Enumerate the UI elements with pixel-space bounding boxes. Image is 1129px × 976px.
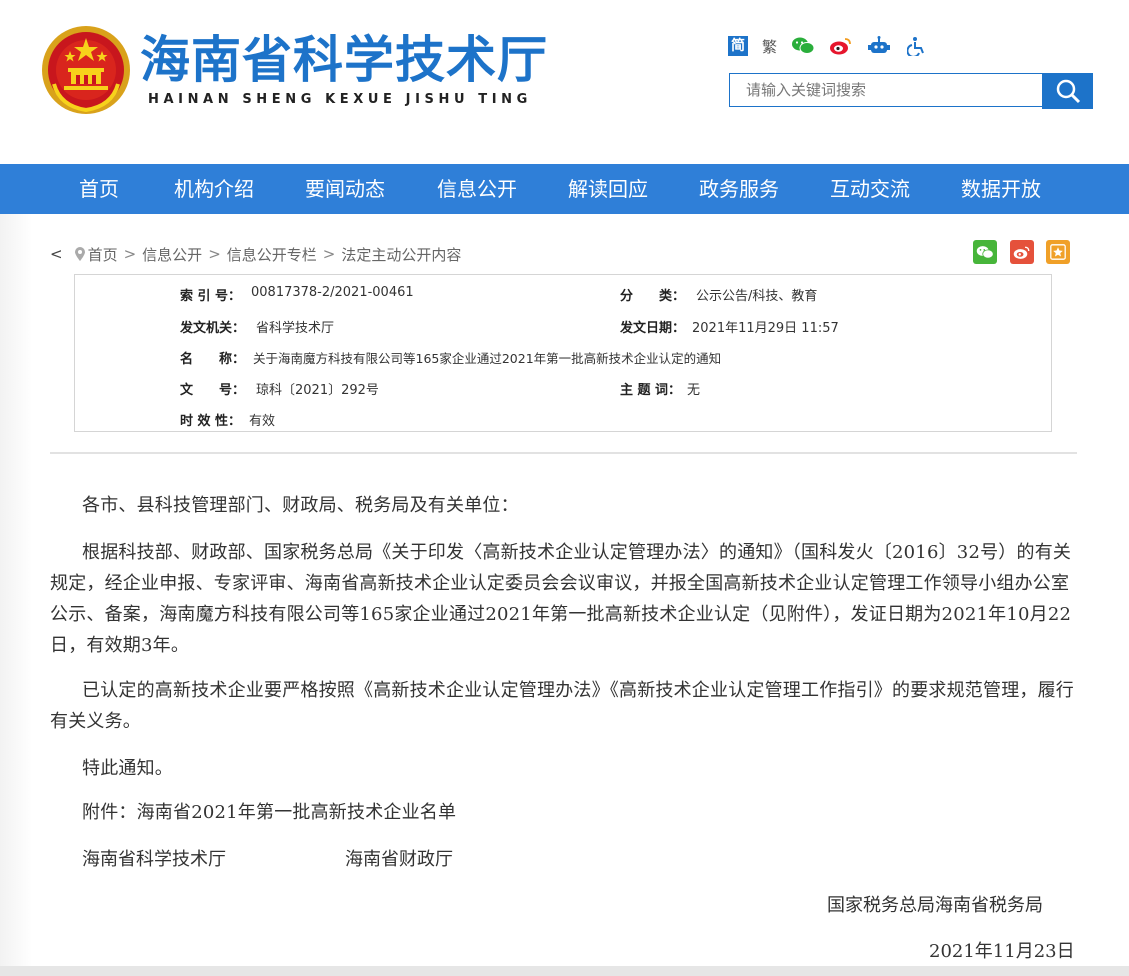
nav-item-info-disclosure[interactable]: 信息公开 xyxy=(437,164,517,214)
search-icon xyxy=(1056,79,1080,104)
breadcrumb-info-column[interactable]: 信息公开专栏 xyxy=(227,244,317,265)
document-metadata: 索 引 号： 00817378-2/2021-00461 分 类： 公示公告/科… xyxy=(74,274,1052,432)
attachment-link[interactable]: 附件：海南省2021年第一批高新技术企业名单 xyxy=(50,797,1077,828)
issuer-label: 发文机关： xyxy=(180,321,246,336)
validity-label: 时 效 性： xyxy=(180,414,242,429)
signing-date: 2021年11月23日 xyxy=(929,941,1075,962)
index-value: 00817378-2/2021-00461 xyxy=(251,285,414,300)
notice-text: 特此通知。 xyxy=(82,758,173,779)
title-value: 关于海南魔方科技有限公司等165家企业通过2021年第一批高新技术企业认定的通知 xyxy=(253,351,722,366)
breadcrumb-separator: > xyxy=(322,245,336,263)
content-left-shadow xyxy=(0,214,32,976)
main-nav: 首页 机构介绍 要闻动态 信息公开 解读回应 政务服务 互动交流 数据开放 xyxy=(0,164,1129,214)
category-value: 公示公告/科技、教育 xyxy=(696,289,818,304)
date-value: 2021年11月29日 11:57 xyxy=(692,321,839,336)
signer-science-dept: 海南省科学技术厅 xyxy=(82,849,226,870)
national-emblem-logo xyxy=(42,26,130,114)
breadcrumb: < 首页 > 信息公开 > 信息公开专栏 > 法定主动公开内容 xyxy=(50,244,461,264)
search-input[interactable] xyxy=(730,74,1042,106)
horizontal-scrollbar[interactable] xyxy=(0,966,1129,976)
index-label: 索 引 号： xyxy=(180,289,242,304)
search-box xyxy=(729,73,1043,107)
favorite-icon[interactable] xyxy=(1046,240,1070,264)
article-paragraph: 根据科技部、财政部、国家税务总局《关于印发〈高新技术企业认定管理办法〉的通知》（… xyxy=(50,542,1072,656)
nav-item-news[interactable]: 要闻动态 xyxy=(305,164,385,214)
keyword-value: 无 xyxy=(687,383,701,398)
validity-value: 有效 xyxy=(249,414,276,429)
site-title: 海南省科学技术厅 xyxy=(140,31,548,89)
wechat-share-icon[interactable] xyxy=(973,240,997,264)
signer-tax-bureau: 国家税务总局海南省税务局 xyxy=(827,895,1043,916)
nav-item-about[interactable]: 机构介绍 xyxy=(174,164,254,214)
traditional-chinese-button[interactable]: 繁 xyxy=(762,36,777,57)
breadcrumb-home[interactable]: 首页 xyxy=(88,244,118,265)
accessibility-icon[interactable] xyxy=(905,35,929,57)
wechat-icon[interactable] xyxy=(791,35,815,57)
weibo-icon[interactable] xyxy=(829,35,853,57)
salutation: 各市、县科技管理部门、财政局、税务局及有关单位： xyxy=(82,495,519,516)
date-label: 发文日期： xyxy=(620,321,686,336)
breadcrumb-separator: > xyxy=(123,245,137,263)
signer-finance-dept: 海南省财政厅 xyxy=(345,849,453,870)
breadcrumb-separator: > xyxy=(208,245,221,263)
nav-item-services[interactable]: 政务服务 xyxy=(699,164,779,214)
issuer-value: 省科学技术厅 xyxy=(256,321,335,336)
category-label: 分 类： xyxy=(620,289,686,304)
search-button[interactable] xyxy=(1042,73,1093,109)
divider xyxy=(50,452,1077,454)
simplified-chinese-button[interactable]: 简 xyxy=(728,36,748,56)
back-button[interactable]: < xyxy=(50,245,63,263)
site-header: 海南省科学技术厅 HAINAN SHENG KEXUE JISHU TING 简… xyxy=(0,0,1129,164)
nav-item-open-data[interactable]: 数据开放 xyxy=(961,164,1041,214)
article-paragraph: 已认定的高新技术企业要严格按照《高新技术企业认定管理办法》《高新技术企业认定管理… xyxy=(50,680,1074,732)
document-number-value: 琼科〔2021〕292号 xyxy=(256,383,379,398)
breadcrumb-statutory-content[interactable]: 法定主动公开内容 xyxy=(341,244,461,265)
header-tools: 简 繁 xyxy=(728,34,929,58)
robot-icon[interactable] xyxy=(867,35,891,57)
breadcrumb-info-disclosure[interactable]: 信息公开 xyxy=(142,244,202,265)
nav-item-interaction[interactable]: 互动交流 xyxy=(830,164,910,214)
location-pin-icon xyxy=(74,247,85,261)
document-number-label: 文 号： xyxy=(180,383,246,398)
nav-item-home[interactable]: 首页 xyxy=(79,164,119,214)
weibo-share-icon[interactable] xyxy=(1010,240,1034,264)
site-pinyin: HAINAN SHENG KEXUE JISHU TING xyxy=(148,92,532,107)
nav-item-interpretation[interactable]: 解读回应 xyxy=(568,164,648,214)
keyword-label: 主 题 词： xyxy=(620,383,682,398)
title-label: 名 称： xyxy=(180,352,246,367)
